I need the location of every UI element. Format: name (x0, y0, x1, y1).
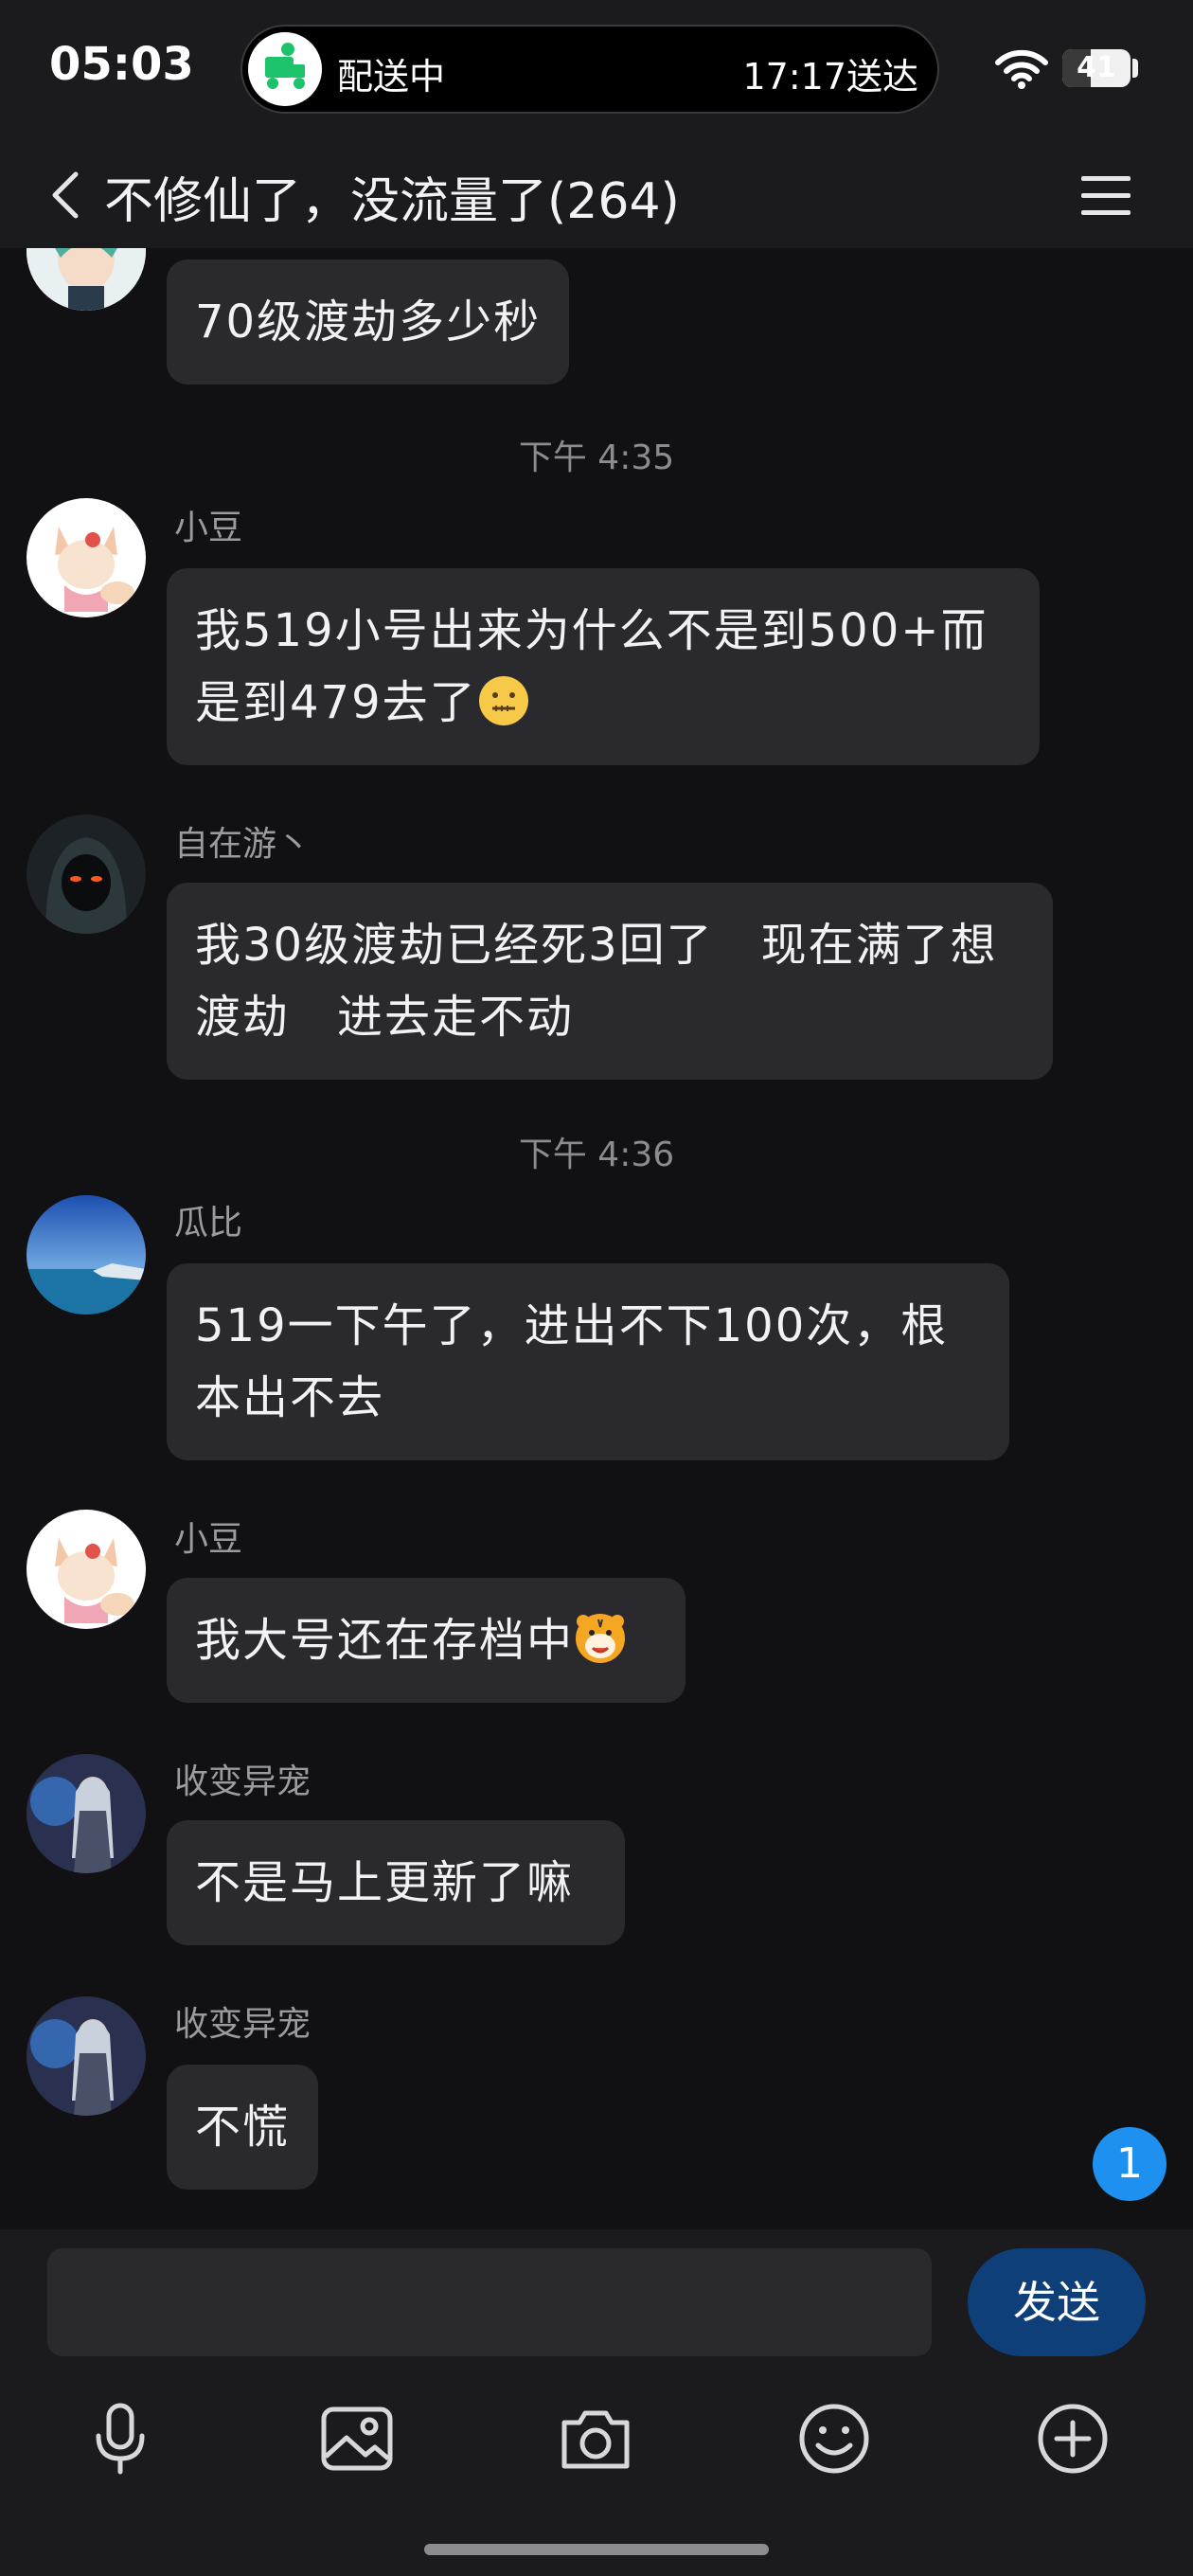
message-bubble[interactable]: 我519小号出来为什么不是到500+而是到479去了 (167, 568, 1040, 765)
message-bubble[interactable]: 70级渡劫多少秒 (167, 259, 570, 385)
status-time: 05:03 (49, 38, 194, 91)
battery-icon: 41 (1062, 49, 1131, 87)
sender-name: 小豆 (174, 509, 243, 547)
sender-name: 瓜比 (174, 1204, 243, 1243)
image-icon[interactable] (314, 2396, 400, 2481)
time-separator: 下午 4:36 (518, 1136, 675, 1174)
avatar[interactable] (27, 1510, 146, 1629)
sender-name: 收变异宠 (174, 2005, 312, 2044)
wifi-icon (994, 49, 1049, 93)
delivery-app-icon (248, 32, 322, 106)
microphone-icon[interactable] (78, 2396, 163, 2481)
live-activity-eta: 17:17送达 (742, 56, 918, 98)
message-text: 不是马上更新了嘛 (195, 1856, 575, 1909)
time-separator: 下午 4:35 (518, 438, 675, 477)
sender-name: 收变异宠 (174, 1762, 312, 1801)
message-list[interactable]: 70级渡劫多少秒 下午 4:35 小豆 我519小号出来为什么不是到500+而是… (0, 248, 1193, 2229)
message-bubble[interactable]: 519一下午了，进出不下100次，根本出不去 (167, 1263, 1009, 1460)
plus-icon[interactable] (1030, 2396, 1115, 2481)
sender-name: 自在游丶 (174, 825, 312, 864)
message-bubble[interactable]: 不是马上更新了嘛 (167, 1820, 625, 1945)
avatar[interactable] (27, 1195, 146, 1315)
tiger-face-emoji-icon (574, 1612, 627, 1665)
avatar[interactable] (27, 498, 146, 617)
avatar[interactable] (27, 1754, 146, 1873)
home-indicator[interactable] (424, 2544, 769, 2555)
message-bubble[interactable]: 我30级渡劫已经死3回了 现在满了想渡劫 进去走不动 (167, 883, 1053, 1080)
status-bar: 05:03 配送中 17:17送达 41 (0, 0, 1193, 142)
camera-icon[interactable] (553, 2396, 638, 2481)
unread-badge[interactable]: 1 (1093, 2127, 1166, 2201)
zipper-mouth-face-emoji-icon (477, 674, 530, 727)
avatar[interactable] (27, 814, 146, 934)
chat-title: 不修仙了，没流量了(264) (104, 173, 680, 230)
chat-header: 不修仙了，没流量了(264) (0, 142, 1193, 248)
avatar[interactable] (27, 248, 146, 311)
message-input[interactable] (47, 2248, 932, 2356)
message-bubble[interactable]: 我大号还在存档中 (167, 1578, 686, 1703)
sender-name: 小豆 (174, 1520, 243, 1559)
message-text: 不慌 (195, 2101, 291, 2154)
chat-screen: 05:03 配送中 17:17送达 41 不修仙了，没流量了(264) 70级渡… (0, 0, 1193, 2576)
emoji-icon[interactable] (792, 2396, 877, 2481)
message-bubble[interactable]: 不慌 (167, 2065, 319, 2190)
composer: 发送 (0, 2229, 1193, 2576)
send-button[interactable]: 发送 (968, 2248, 1146, 2356)
message-text: 我519小号出来为什么不是到500+而是到479去了 (195, 604, 988, 729)
menu-icon[interactable] (1076, 165, 1136, 225)
live-activity[interactable]: 配送中 17:17送达 (240, 25, 939, 114)
message-text: 70级渡劫多少秒 (195, 295, 542, 349)
message-text: 我30级渡劫已经死3回了 现在满了想渡劫 进去走不动 (195, 919, 998, 1044)
back-icon[interactable] (40, 167, 97, 224)
battery-level-text: 41 (1077, 51, 1116, 84)
avatar[interactable] (27, 1996, 146, 2116)
live-activity-status: 配送中 (337, 56, 446, 98)
message-text: 519一下午了，进出不下100次，根本出不去 (195, 1299, 949, 1424)
message-text: 我大号还在存档中 (195, 1614, 575, 1667)
